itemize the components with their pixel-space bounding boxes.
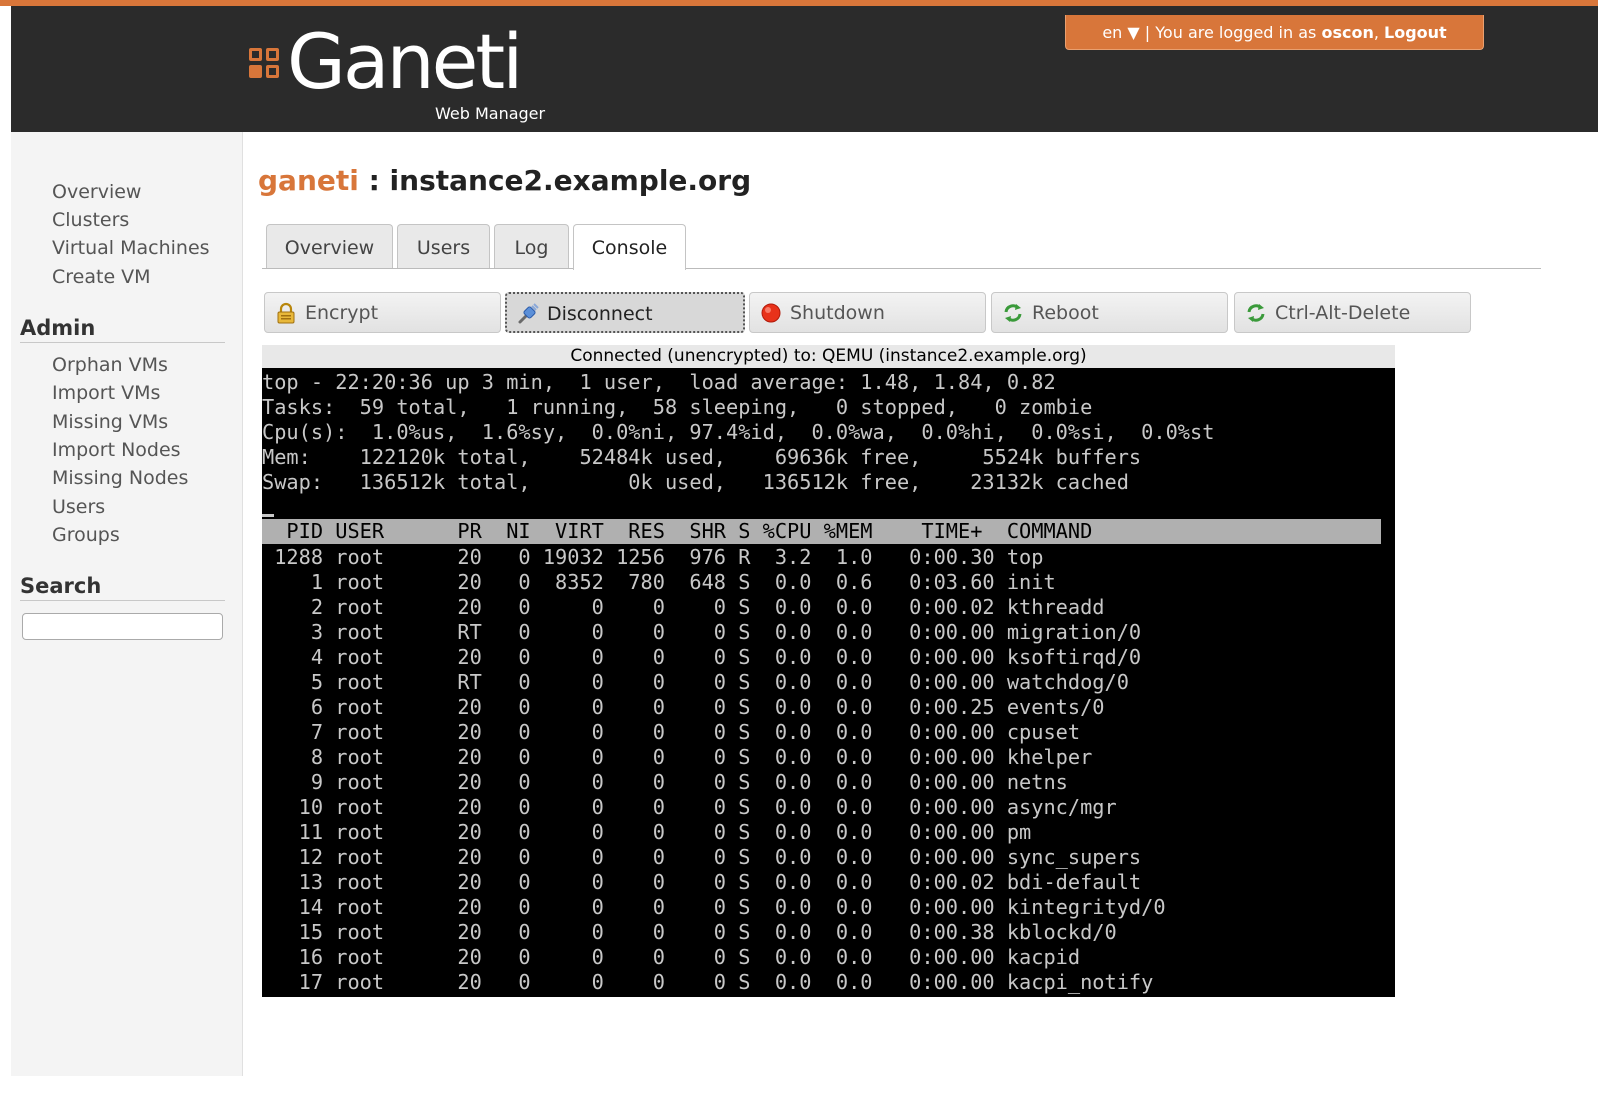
sidebar-item-missing-nodes[interactable]: Missing Nodes	[52, 467, 188, 489]
process-row: 6 root 20 0 0 0 0 S 0.0 0.0 0:00.25 even…	[262, 695, 1105, 719]
process-row: 3 root RT 0 0 0 0 S 0.0 0.0 0:00.00 migr…	[262, 620, 1142, 644]
instance-name: instance2.example.org	[389, 164, 752, 197]
refresh-icon	[1004, 304, 1022, 322]
process-row: 13 root 20 0 0 0 0 S 0.0 0.0 0:00.02 bdi…	[262, 870, 1142, 894]
top-summary-mem: Mem: 122120k total, 52484k used, 69636k …	[262, 445, 1142, 469]
process-row: 4 root 20 0 0 0 0 S 0.0 0.0 0:00.00 ksof…	[262, 645, 1142, 669]
cluster-link[interactable]: ganeti	[258, 164, 359, 197]
top-summary-swap: Swap: 136512k total, 0k used, 136512k fr…	[262, 470, 1129, 494]
reboot-label: Reboot	[1032, 302, 1099, 324]
sidebar-item-orphan-vms[interactable]: Orphan VMs	[52, 354, 168, 376]
tab-users[interactable]: Users	[397, 224, 490, 268]
sidebar-item-users[interactable]: Users	[52, 496, 105, 518]
search-heading: Search	[20, 574, 225, 601]
sidebar-item-clusters[interactable]: Clusters	[52, 209, 129, 231]
process-table-header: PID USER PR NI VIRT RES SHR S %CPU %MEM …	[262, 519, 1381, 544]
encrypt-label: Encrypt	[305, 302, 379, 324]
process-row: 8 root 20 0 0 0 0 S 0.0 0.0 0:00.00 khel…	[262, 745, 1093, 769]
process-row: 9 root 20 0 0 0 0 S 0.0 0.0 0:00.00 netn…	[262, 770, 1068, 794]
admin-heading: Admin	[20, 316, 225, 343]
process-row: 11 root 20 0 0 0 0 S 0.0 0.0 0:00.00 pm	[262, 820, 1032, 844]
process-row: 5 root RT 0 0 0 0 S 0.0 0.0 0:00.00 watc…	[262, 670, 1129, 694]
sidebar-item-overview[interactable]: Overview	[52, 181, 141, 203]
ctrl-alt-delete-label: Ctrl-Alt-Delete	[1275, 302, 1411, 324]
process-row: 15 root 20 0 0 0 0 S 0.0 0.0 0:00.38 kbl…	[262, 920, 1117, 944]
sidebar-item-virtual-machines[interactable]: Virtual Machines	[52, 237, 210, 259]
process-row: 1288 root 20 0 19032 1256 976 R 3.2 1.0 …	[262, 545, 1044, 569]
logo-text: Ganeti	[287, 17, 523, 106]
stop-circle-icon	[761, 303, 781, 323]
process-row: 10 root 20 0 0 0 0 S 0.0 0.0 0:00.00 asy…	[262, 795, 1117, 819]
tab-console[interactable]: Console	[573, 224, 686, 270]
plug-icon	[518, 303, 539, 324]
logout-link[interactable]: Logout	[1384, 23, 1447, 42]
shutdown-button[interactable]: Shutdown	[749, 292, 986, 333]
top-summary-cpu: Cpu(s): 1.0%us, 1.6%sy, 0.0%ni, 97.4%id,…	[262, 420, 1215, 444]
process-row: 1 root 20 0 8352 780 648 S 0.0 0.6 0:03.…	[262, 570, 1056, 594]
tab-overview[interactable]: Overview	[266, 224, 393, 268]
text-cursor	[262, 514, 274, 517]
sidebar-item-missing-vms[interactable]: Missing VMs	[52, 411, 168, 433]
refresh-icon	[1247, 304, 1265, 322]
language-selector[interactable]: en ▼	[1102, 23, 1139, 42]
lock-icon	[277, 302, 295, 324]
disconnect-label: Disconnect	[547, 303, 653, 325]
username: oscon	[1321, 23, 1374, 42]
ctrl-alt-delete-button[interactable]: Ctrl-Alt-Delete	[1234, 292, 1471, 333]
sidebar-item-create-vm[interactable]: Create VM	[52, 266, 151, 288]
chevron-down-icon: ▼	[1127, 23, 1140, 42]
separator: |	[1144, 23, 1151, 42]
vnc-console[interactable]: top - 22:20:36 up 3 min, 1 user, load av…	[262, 368, 1395, 997]
process-row: 16 root 20 0 0 0 0 S 0.0 0.0 0:00.00 kac…	[262, 945, 1081, 969]
disconnect-button[interactable]: Disconnect	[505, 292, 745, 333]
sidebar-item-import-nodes[interactable]: Import Nodes	[52, 439, 181, 461]
reboot-button[interactable]: Reboot	[991, 292, 1228, 333]
process-row: 14 root 20 0 0 0 0 S 0.0 0.0 0:00.00 kin…	[262, 895, 1166, 919]
page-title: ganeti : instance2.example.org	[258, 164, 752, 197]
search-input[interactable]	[22, 613, 223, 640]
sidebar-item-groups[interactable]: Groups	[52, 524, 120, 546]
top-summary-tasks: Tasks: 59 total, 1 running, 58 sleeping,…	[262, 395, 1093, 419]
logo-squares-icon	[249, 48, 283, 82]
encrypt-button[interactable]: Encrypt	[264, 292, 501, 333]
top-summary-uptime: top - 22:20:36 up 3 min, 1 user, load av…	[262, 370, 1056, 394]
process-row: 7 root 20 0 0 0 0 S 0.0 0.0 0:00.00 cpus…	[262, 720, 1081, 744]
console-status: Connected (unencrypted) to: QEMU (instan…	[262, 345, 1395, 368]
tab-log[interactable]: Log	[494, 224, 569, 268]
user-bar: en ▼ | You are logged in as oscon, Logou…	[1065, 15, 1484, 50]
logo-subtitle: Web Manager	[435, 104, 546, 123]
sidebar: Overview Clusters Virtual Machines Creat…	[11, 132, 243, 1076]
shutdown-label: Shutdown	[790, 302, 885, 324]
logged-in-text: You are logged in as	[1155, 23, 1317, 42]
sidebar-item-import-vms[interactable]: Import VMs	[52, 382, 160, 404]
process-row: 2 root 20 0 0 0 0 S 0.0 0.0 0:00.02 kthr…	[262, 595, 1105, 619]
process-row: 12 root 20 0 0 0 0 S 0.0 0.0 0:00.00 syn…	[262, 845, 1142, 869]
process-row: 17 root 20 0 0 0 0 S 0.0 0.0 0:00.00 kac…	[262, 970, 1154, 994]
